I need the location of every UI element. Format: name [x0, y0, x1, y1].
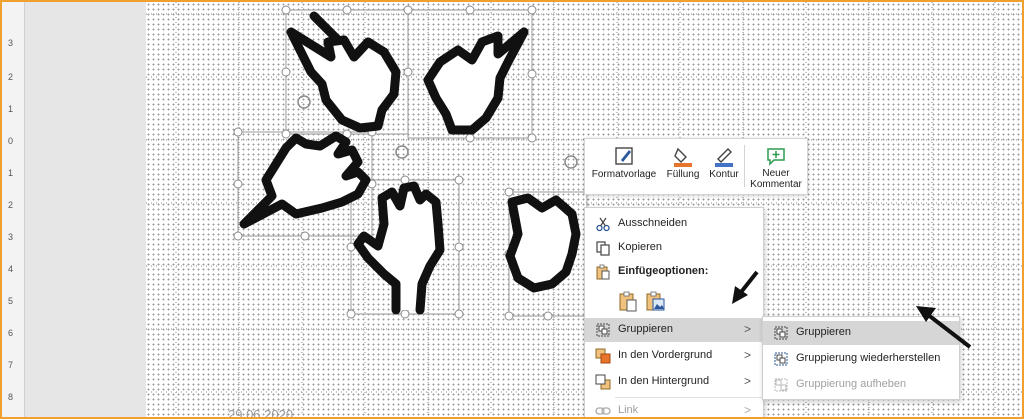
- ruler-label: 1: [8, 104, 14, 114]
- menu-label-link: Link: [618, 404, 639, 416]
- ruler-label: 8: [8, 392, 14, 402]
- comment-label-line1: Neuer: [762, 168, 790, 179]
- submenu-item-ungroup[interactable]: Gruppierung aufheben: [763, 373, 959, 397]
- outline-color-swatch: [715, 163, 733, 167]
- outline-pen-icon: [715, 148, 733, 167]
- group-icon: [596, 323, 610, 337]
- ruler-label: 3: [8, 38, 14, 48]
- chevron-right-icon: >: [743, 322, 751, 336]
- menu-item-bring-forward[interactable]: In den Vordergrund >: [585, 344, 763, 368]
- new-comment-icon: [767, 148, 785, 166]
- ruler-label: 4: [8, 264, 14, 274]
- group-icon: [774, 326, 788, 340]
- window-frame: 3 2 1 0 1 2 3 4 5 6 7 8 29.06.2020 Forma…: [0, 0, 1024, 419]
- link-icon: [595, 407, 611, 415]
- chevron-right-icon: >: [743, 348, 751, 362]
- toolbar-separator: [744, 145, 745, 187]
- submenu-item-regroup[interactable]: Gruppierung wiederherstellen: [763, 347, 959, 371]
- regroup-icon: [774, 352, 788, 366]
- copy-icon: [596, 241, 610, 256]
- menu-item-send-backward[interactable]: In den Hintergrund >: [585, 370, 763, 394]
- menu-label-cut: Ausschneiden: [618, 217, 688, 229]
- outline-label: Kontur: [709, 169, 739, 180]
- outline-button[interactable]: Kontur: [705, 141, 743, 191]
- menu-label-bring-forward: In den Vordergrund: [618, 349, 713, 361]
- ruler-label: 6: [8, 328, 14, 338]
- style-button[interactable]: Formatvorlage: [587, 141, 661, 191]
- menu-item-copy[interactable]: Kopieren: [585, 236, 763, 260]
- menu-label-paste-options: Einfügeoptionen:: [618, 265, 709, 277]
- chevron-right-icon: >: [743, 374, 751, 388]
- send-backward-icon: [595, 374, 611, 390]
- vertical-ruler: 3 2 1 0 1 2 3 4 5 6 7 8: [2, 2, 25, 417]
- slide-date: 29.06.2020: [228, 407, 294, 419]
- ruler-label: 5: [8, 296, 14, 306]
- group-submenu: Gruppieren Gruppierung wiederherstellen …: [762, 316, 960, 400]
- submenu-label-ungroup: Gruppierung aufheben: [796, 378, 907, 390]
- fill-color-swatch: [674, 163, 692, 167]
- paste-keep-format-icon[interactable]: [618, 290, 638, 312]
- slide-margin-area: [25, 2, 146, 417]
- submenu-label-group: Gruppieren: [796, 326, 852, 338]
- style-label: Formatvorlage: [591, 169, 657, 180]
- menu-label-copy: Kopieren: [618, 241, 663, 253]
- paste-options-row: [585, 286, 763, 316]
- submenu-item-group[interactable]: Gruppieren: [763, 321, 959, 345]
- ruler-label: 1: [8, 168, 14, 178]
- scissors-icon: [596, 217, 610, 232]
- new-comment-button[interactable]: Neuer Kommentar: [747, 141, 805, 191]
- menu-separator: [615, 397, 763, 398]
- comment-label-line2: Kommentar: [750, 179, 802, 190]
- ruler-label: 2: [8, 200, 14, 210]
- chevron-right-icon: >: [743, 403, 751, 417]
- context-menu: Ausschneiden Kopieren Einfügeoptionen: G…: [584, 207, 764, 417]
- style-icon: [615, 147, 633, 165]
- menu-label-send-backward: In den Hintergrund: [618, 375, 710, 387]
- menu-item-group[interactable]: Gruppieren >: [585, 318, 763, 342]
- menu-label-group: Gruppieren: [618, 323, 674, 335]
- bring-forward-icon: [595, 348, 611, 364]
- menu-item-cut[interactable]: Ausschneiden: [585, 212, 763, 236]
- ungroup-icon: [774, 378, 788, 392]
- ruler-label: 7: [8, 360, 14, 370]
- ruler-label: 3: [8, 232, 14, 242]
- menu-item-link[interactable]: Link >: [585, 399, 763, 417]
- ruler-label: 2: [8, 72, 14, 82]
- fill-button[interactable]: Füllung: [663, 141, 703, 191]
- submenu-label-regroup: Gruppierung wiederherstellen: [796, 352, 941, 364]
- fill-label: Füllung: [666, 169, 700, 180]
- menu-item-paste-options: Einfügeoptionen:: [585, 260, 763, 284]
- ruler-label: 0: [8, 136, 14, 146]
- paste-as-picture-icon[interactable]: [645, 290, 665, 312]
- fill-bucket-icon: [674, 147, 692, 167]
- paste-icon: [596, 264, 610, 280]
- mini-toolbar: Formatvorlage Füllung Kontur Neuer Komme…: [584, 138, 808, 195]
